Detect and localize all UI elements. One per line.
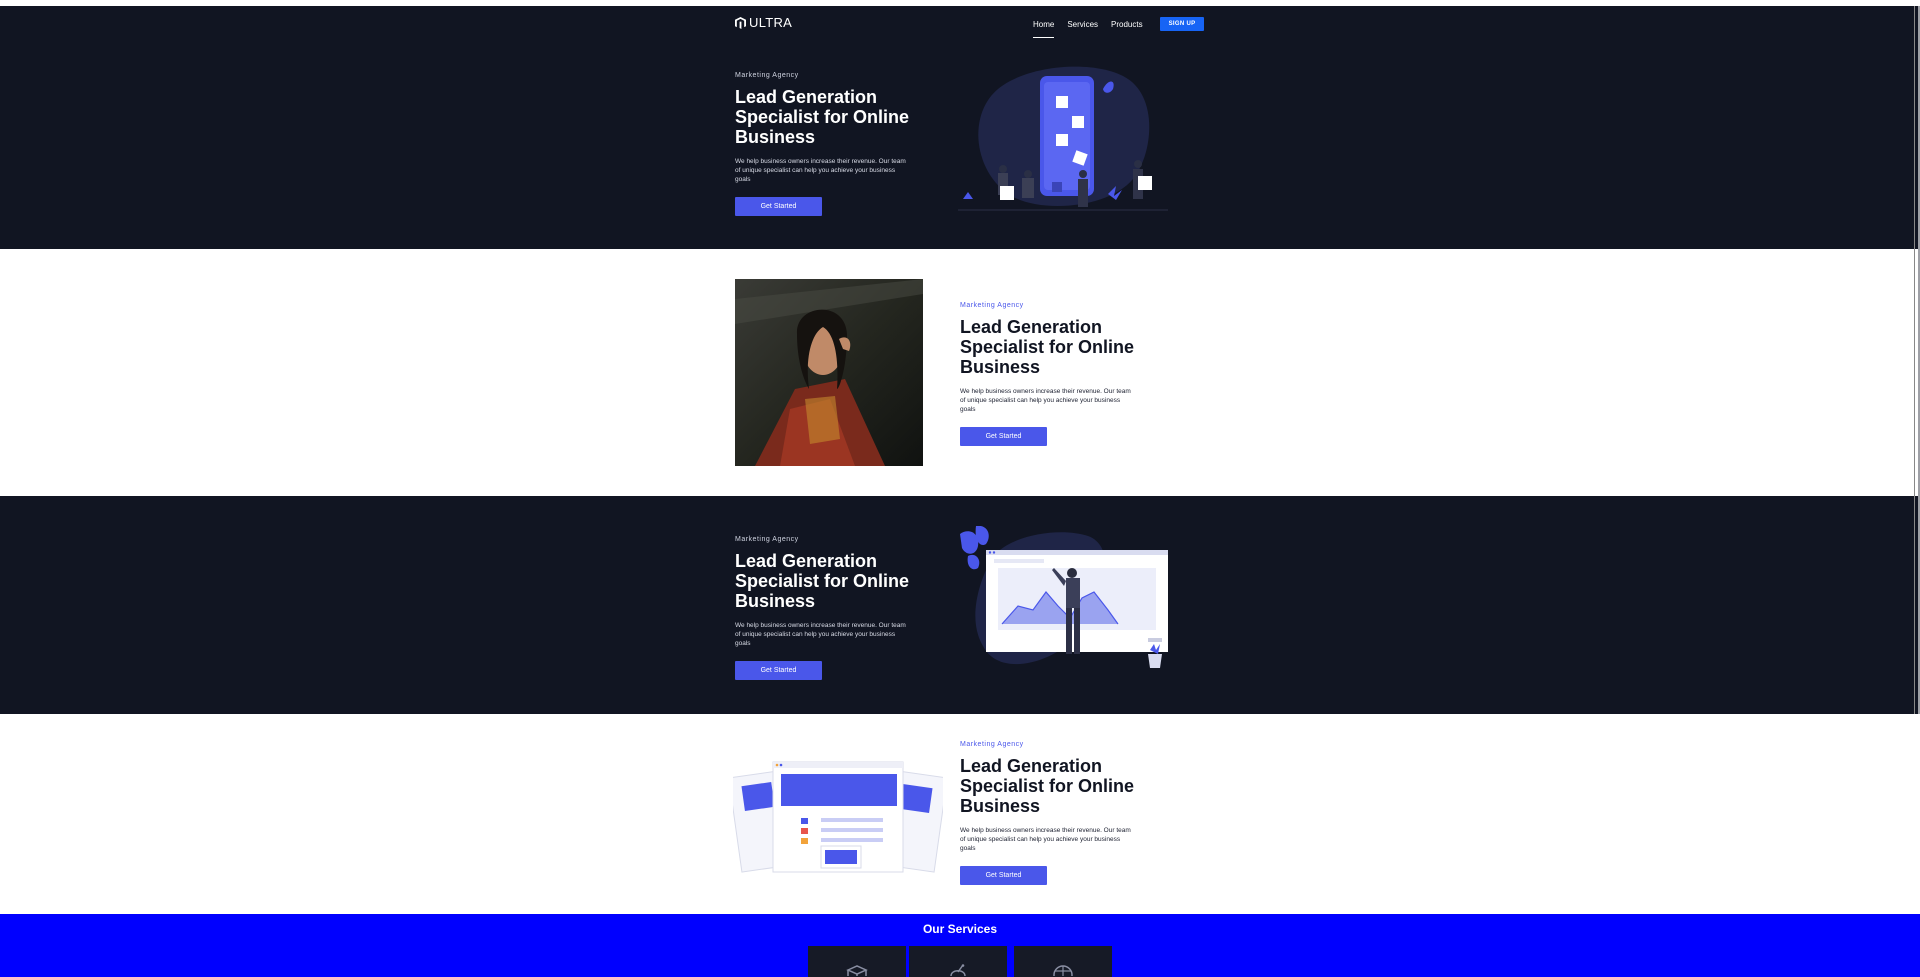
nav-link-services[interactable]: Services [1067,20,1098,29]
webpages-section: Marketing Agency Lead Generation Special… [0,714,1920,914]
get-started-button[interactable]: Get Started [960,427,1047,446]
services-title: Our Services [922,922,998,936]
wheel-icon [1053,965,1073,976]
woman-portrait-photo [735,279,923,466]
get-started-button[interactable]: Get Started [735,197,822,216]
headline: Lead Generation Specialist for Online Bu… [960,317,1135,377]
webpages-section-text: Marketing Agency Lead Generation Special… [960,741,1150,885]
eyebrow: Marketing Agency [735,72,799,79]
eyebrow: Marketing Agency [960,302,1024,309]
service-card-3[interactable] [1014,946,1112,977]
web-pages-illustration [733,761,943,873]
body-copy: We help business owners increase their r… [735,158,906,183]
mobile-marketing-illustration [958,66,1168,211]
box-icon [846,965,868,976]
eyebrow: Marketing Agency [735,536,799,543]
headline: Lead Generation Specialist for Online Bu… [735,551,910,611]
analytics-dashboard-illustration [960,526,1168,668]
page: ULTRA Home Services Products SIGN UP Mar… [0,0,1920,977]
service-card-1[interactable] [808,946,906,977]
photo-section: Marketing Agency Lead Generation Special… [0,249,1920,496]
nav-links: Home Services Products SIGN UP [1033,17,1205,38]
body-copy: We help business owners increase their r… [735,622,906,647]
logo-text: ULTRA [749,15,793,30]
headline: Lead Generation Specialist for Online Bu… [960,756,1135,816]
nav-link-products[interactable]: Products [1111,20,1143,29]
get-started-button[interactable]: Get Started [735,661,822,680]
analytics-section-text: Marketing Agency Lead Generation Special… [735,536,925,680]
headline: Lead Generation Specialist for Online Bu… [735,87,910,147]
signup-button[interactable]: SIGN UP [1159,17,1205,31]
body-copy: We help business owners increase their r… [960,388,1131,413]
body-copy: We help business owners increase their r… [960,827,1131,852]
hero-section: ULTRA Home Services Products SIGN UP Mar… [0,6,1920,249]
top-nav: ULTRA Home Services Products SIGN UP [0,6,1920,38]
photo-section-text: Marketing Agency Lead Generation Special… [960,302,1150,446]
get-started-button[interactable]: Get Started [960,866,1047,885]
logo[interactable]: ULTRA [735,15,792,30]
logo-icon [735,16,746,29]
eyebrow: Marketing Agency [960,741,1024,748]
nav-link-home[interactable]: Home [1033,20,1055,38]
satellite-icon [950,964,966,976]
service-card-2[interactable] [909,946,1007,977]
analytics-section: Marketing Agency Lead Generation Special… [0,496,1920,714]
services-section: Our Services [0,914,1920,977]
hero-text: Marketing Agency Lead Generation Special… [735,72,925,216]
